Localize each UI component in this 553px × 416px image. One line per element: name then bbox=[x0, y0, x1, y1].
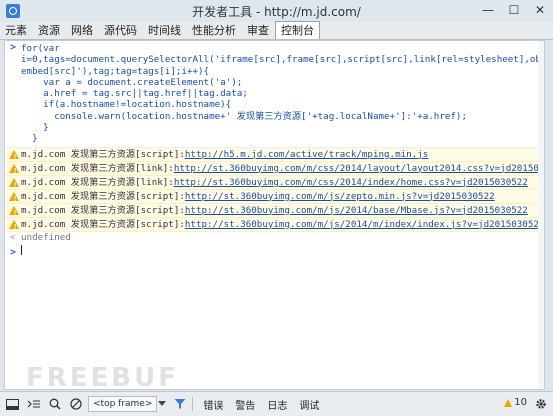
tab-profiles[interactable]: 性能分析 bbox=[187, 22, 242, 39]
toolbar-divider bbox=[192, 397, 194, 411]
warning-prefix: m.jd.com 发现第三方资源[script]: bbox=[21, 204, 185, 216]
console-warning: m.jd.com 发现第三方资源[script]:http://st.360bu… bbox=[5, 203, 544, 220]
tab-audits[interactable]: 审查 bbox=[242, 22, 275, 39]
filter-logs[interactable]: 日志 bbox=[267, 397, 287, 412]
console-toolbar: <top frame> 错误 警告 日志 调试 10 bbox=[0, 391, 553, 416]
prompt-chevron: > bbox=[10, 42, 17, 53]
clear-console-icon[interactable] bbox=[67, 396, 84, 412]
console-warning: m.jd.com 发现第三方资源[link]:http://st.360buyi… bbox=[5, 175, 544, 192]
warning-icon bbox=[9, 177, 19, 192]
warning-prefix: m.jd.com 发现第三方资源[script]: bbox=[21, 148, 185, 160]
warning-count: 10 bbox=[514, 397, 527, 408]
warning-icon bbox=[9, 219, 19, 234]
inspect-element-icon[interactable] bbox=[46, 396, 63, 412]
code-line: for(var bbox=[21, 43, 60, 54]
code-line: embed[src]'),tag;tag=tags[i];i++){ bbox=[21, 65, 210, 77]
chevron-down-icon bbox=[157, 396, 167, 412]
settings-gear-icon[interactable] bbox=[532, 396, 549, 412]
title-bar: 开发者工具 - http://m.jd.com/ — ☐ ✕ bbox=[0, 0, 553, 23]
code-line: a.href = tag.src||tag.href||tag.data; bbox=[21, 88, 248, 100]
filter-icon[interactable] bbox=[171, 396, 188, 412]
frame-select-dropdown[interactable]: <top frame> bbox=[88, 396, 158, 412]
warning-url-link[interactable]: http://st.360buyimg.com/m/js/2014/m/inde… bbox=[185, 219, 544, 230]
result-value: undefined bbox=[21, 231, 71, 243]
warning-url-link[interactable]: http://st.360buyimg.com/m/js/2014/base/M… bbox=[185, 205, 528, 216]
warning-prefix: m.jd.com 发现第三方资源[script]: bbox=[21, 190, 185, 202]
warning-icon bbox=[9, 163, 19, 178]
warning-icon bbox=[9, 205, 19, 220]
console-warning: m.jd.com 发现第三方资源[link]:http://st.360buyi… bbox=[5, 161, 544, 178]
warning-count-badge[interactable]: 10 bbox=[504, 397, 527, 408]
tab-network[interactable]: 网络 bbox=[66, 22, 99, 39]
tab-elements[interactable]: 元素 bbox=[0, 22, 33, 39]
warning-icon bbox=[9, 149, 19, 164]
minimize-button[interactable]: — bbox=[475, 0, 501, 20]
window-title: 开发者工具 - http://m.jd.com/ bbox=[192, 5, 361, 19]
warning-url-link[interactable]: http://st.360buyimg.com/m/css/2014/index… bbox=[174, 177, 528, 188]
warning-prefix: m.jd.com 发现第三方资源[script]: bbox=[21, 218, 185, 230]
warning-url-link[interactable]: http://st.360buyimg.com/m/css/2014/layou… bbox=[174, 163, 544, 174]
show-drawer-icon[interactable] bbox=[25, 396, 42, 412]
filter-debug[interactable]: 调试 bbox=[299, 397, 319, 412]
tab-resources[interactable]: 资源 bbox=[33, 22, 66, 39]
console-input-line[interactable]: > bbox=[5, 244, 544, 258]
console-warning: m.jd.com 发现第三方资源[script]:http://h5.m.jd.… bbox=[5, 147, 544, 164]
warning-icon bbox=[9, 191, 19, 206]
close-button[interactable]: ✕ bbox=[527, 0, 553, 20]
filter-warnings[interactable]: 警告 bbox=[235, 397, 255, 412]
warning-icon bbox=[504, 398, 513, 407]
warning-url-link[interactable]: http://h5.m.jd.com/active/track/mping.mi… bbox=[185, 149, 428, 160]
tab-console[interactable]: 控制台 bbox=[275, 21, 320, 39]
text-caret bbox=[21, 245, 22, 256]
console-warning: m.jd.com 发现第三方资源[script]:http://st.360bu… bbox=[5, 189, 544, 206]
warning-url-link[interactable]: http://st.360buyimg.com/m/js/zepto.min.j… bbox=[185, 191, 495, 202]
console-panel: > for(var i=0,tags=document.querySelecto… bbox=[4, 40, 545, 390]
warning-prefix: m.jd.com 发现第三方资源[link]: bbox=[21, 176, 174, 188]
console-warning: m.jd.com 发现第三方资源[script]:http://st.360bu… bbox=[5, 217, 544, 234]
result-arrow-icon: < bbox=[10, 231, 16, 243]
code-line: } bbox=[21, 133, 38, 145]
tab-timeline[interactable]: 时间线 bbox=[143, 22, 187, 39]
prompt-chevron: > bbox=[10, 246, 17, 258]
panel-tab-bar: 元素 资源 网络 源代码 时间线 性能分析 审查 控制台 bbox=[0, 21, 553, 40]
filter-errors[interactable]: 错误 bbox=[203, 397, 223, 412]
console-result: < undefined bbox=[5, 232, 544, 244]
maximize-button[interactable]: ☐ bbox=[501, 0, 527, 20]
dock-icon[interactable] bbox=[4, 396, 21, 412]
code-line: console.warn(location.hostname+' 发现第三方资源… bbox=[21, 110, 467, 122]
warning-prefix: m.jd.com 发现第三方资源[link]: bbox=[21, 162, 174, 174]
code-line: i=0,tags=document.querySelectorAll('ifra… bbox=[21, 54, 545, 66]
console-scrollbar[interactable] bbox=[538, 41, 544, 389]
tab-sources[interactable]: 源代码 bbox=[99, 22, 143, 39]
code-line: var a = document.createElement('a'); bbox=[21, 76, 243, 88]
console-input-entry: > for(var i=0,tags=document.querySelecto… bbox=[5, 41, 544, 148]
code-line: } bbox=[21, 122, 49, 134]
code-line: if(a.hostname!=location.hostname){ bbox=[21, 99, 232, 111]
